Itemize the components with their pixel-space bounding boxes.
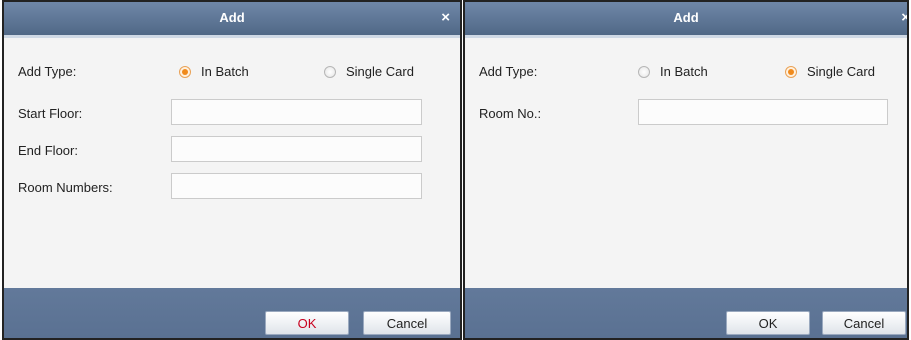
dialog-title: Add — [219, 10, 245, 25]
end-floor-input[interactable] — [171, 136, 422, 162]
dialog-footer: OK Cancel — [465, 288, 907, 338]
close-icon[interactable]: × — [901, 2, 907, 33]
radio-unselected-icon[interactable] — [324, 65, 336, 78]
add-dialog-in-batch: Add × Add Type: In Batch Single Card Sta… — [2, 0, 462, 340]
ok-button[interactable]: OK — [726, 311, 810, 335]
start-floor-input[interactable] — [171, 99, 422, 125]
radio-selected-icon[interactable] — [179, 65, 191, 78]
add-type-label: Add Type: — [479, 64, 538, 79]
radio-in-batch[interactable]: In Batch — [179, 64, 249, 79]
radio-single-card[interactable]: Single Card — [785, 64, 875, 79]
room-no-input[interactable] — [638, 99, 888, 125]
room-numbers-label: Room Numbers: — [18, 180, 113, 195]
close-icon[interactable]: × — [441, 2, 450, 33]
ok-button[interactable]: OK — [265, 311, 349, 335]
dialog-titlebar: Add × — [4, 2, 460, 38]
room-no-label: Room No.: — [479, 106, 542, 121]
radio-unselected-icon[interactable] — [638, 65, 650, 78]
room-numbers-input[interactable] — [171, 173, 422, 199]
dialog-footer: OK Cancel — [4, 288, 460, 338]
radio-label: Single Card — [807, 64, 875, 79]
dialog-titlebar: Add × — [465, 2, 907, 38]
radio-label: Single Card — [346, 64, 414, 79]
add-dialog-single-card: Add × Add Type: In Batch Single Card Roo… — [463, 0, 909, 340]
cancel-button[interactable]: Cancel — [822, 311, 906, 335]
end-floor-label: End Floor: — [18, 143, 78, 158]
start-floor-label: Start Floor: — [18, 106, 83, 121]
radio-label: In Batch — [201, 64, 249, 79]
radio-single-card[interactable]: Single Card — [324, 64, 414, 79]
add-type-label: Add Type: — [18, 64, 77, 79]
cancel-button[interactable]: Cancel — [363, 311, 451, 335]
radio-selected-icon[interactable] — [785, 65, 797, 78]
dialog-title: Add — [673, 10, 699, 25]
radio-in-batch[interactable]: In Batch — [638, 64, 708, 79]
radio-label: In Batch — [660, 64, 708, 79]
